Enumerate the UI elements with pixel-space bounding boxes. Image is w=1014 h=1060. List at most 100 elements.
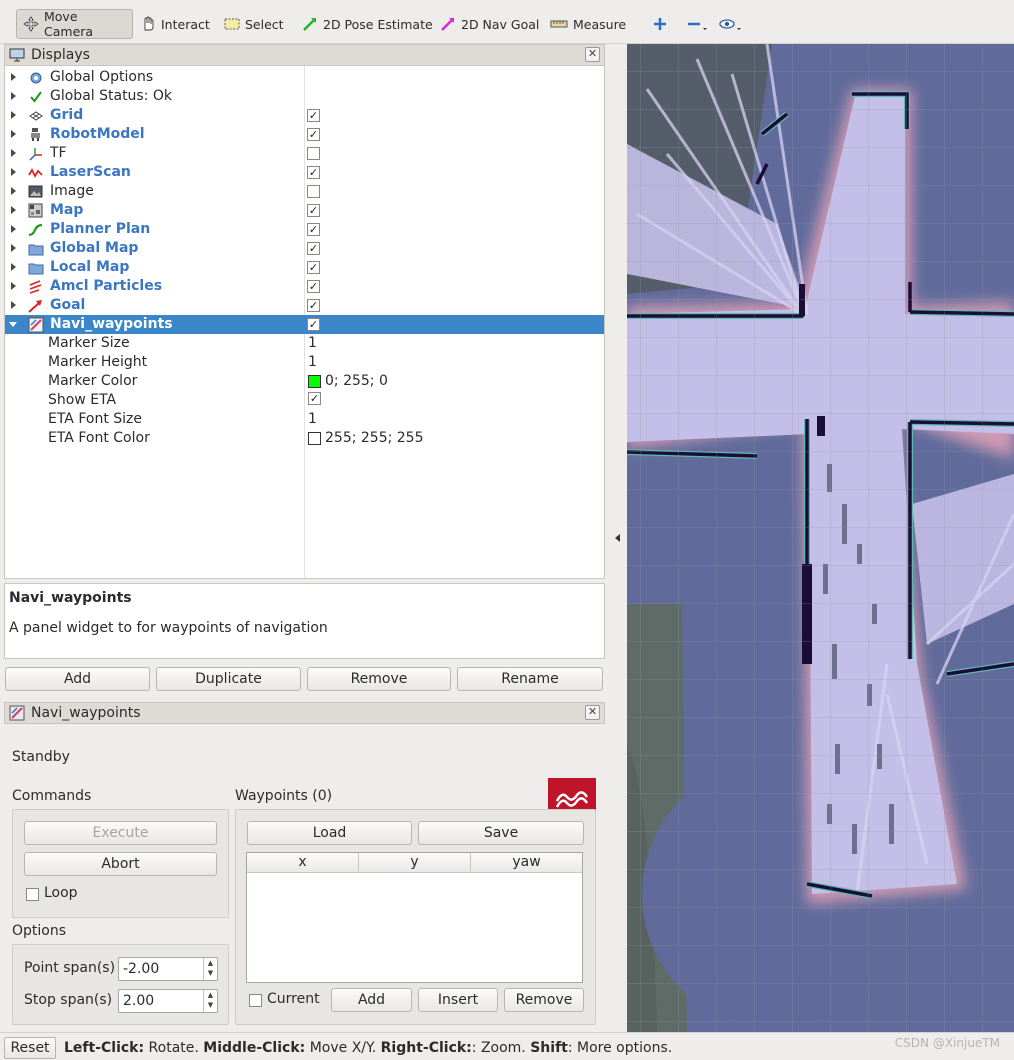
display-row[interactable]: Global Map ✓ (5, 239, 604, 258)
display-enabled-checkbox[interactable]: ✓ (307, 109, 320, 122)
property-row[interactable]: ETA Font Color 255; 255; 255 (5, 429, 604, 448)
save-button[interactable]: Save (418, 821, 584, 845)
expand-arrow-icon[interactable] (11, 92, 16, 100)
expand-arrow-icon[interactable] (11, 244, 16, 252)
display-enabled-checkbox[interactable]: ✓ (307, 223, 320, 236)
property-row[interactable]: Marker Color 0; 255; 0 (5, 372, 604, 391)
options-group: Point span(s) -2.00 ▲ ▼ Stop span(s) 2.00… (12, 944, 229, 1025)
add-tool-button[interactable] (646, 9, 674, 39)
move-camera-label: Move Camera (44, 9, 94, 39)
display-row[interactable]: Map ✓ (5, 201, 604, 220)
display-enabled-checkbox[interactable]: ✓ (307, 299, 320, 312)
remove-waypoint-button[interactable]: Remove (504, 988, 584, 1012)
rename-display-button[interactable]: Rename (457, 667, 603, 691)
stop-span-stepper[interactable]: ▲ ▼ (203, 990, 217, 1012)
property-row[interactable]: ETA Font Size 1 (5, 410, 604, 429)
laser-icon (27, 164, 44, 181)
move-camera-tool[interactable]: Move Camera (16, 9, 133, 39)
remove-tool-button[interactable] (680, 9, 714, 39)
show-eta-checkbox[interactable]: ✓ (308, 392, 321, 405)
display-row[interactable]: Amcl Particles ✓ (5, 277, 604, 296)
property-value[interactable]: ✓ (308, 392, 321, 405)
insert-waypoint-button[interactable]: Insert (418, 988, 498, 1012)
duplicate-display-button[interactable]: Duplicate (156, 667, 301, 691)
execute-button[interactable]: Execute (24, 821, 217, 845)
collapse-arrow-icon[interactable] (9, 322, 17, 327)
property-value-text: 1 (308, 354, 317, 370)
add-waypoint-button[interactable]: Add (331, 988, 412, 1012)
remove-display-button[interactable]: Remove (307, 667, 451, 691)
property-row[interactable]: Marker Height 1 (5, 353, 604, 372)
property-value[interactable]: 1 (308, 335, 317, 351)
expand-arrow-icon[interactable] (11, 73, 16, 81)
display-row[interactable]: Grid ✓ (5, 106, 604, 125)
hint-text: : More options. (567, 1040, 673, 1056)
property-value[interactable]: 255; 255; 255 (308, 430, 424, 446)
map-view[interactable] (627, 44, 1014, 1032)
interact-tool[interactable]: Interact (134, 9, 216, 39)
close-displays-button[interactable]: ✕ (585, 47, 600, 62)
expand-arrow-icon[interactable] (11, 301, 16, 309)
add-display-button[interactable]: Add (5, 667, 150, 691)
column-yaw[interactable]: yaw (471, 853, 582, 872)
hint-key: Left-Click: (64, 1040, 145, 1056)
plus-icon (654, 18, 666, 30)
display-row[interactable]: TF (5, 144, 604, 163)
display-enabled-checkbox[interactable]: ✓ (307, 204, 320, 217)
expand-arrow-icon[interactable] (11, 130, 16, 138)
measure-tool[interactable]: Measure (544, 9, 632, 39)
display-row[interactable]: RobotModel ✓ (5, 125, 604, 144)
pose-estimate-tool[interactable]: 2D Pose Estimate (296, 9, 439, 39)
stop-span-spinbox[interactable]: 2.00 ▲ ▼ (118, 989, 218, 1013)
expand-arrow-icon[interactable] (11, 111, 16, 119)
display-enabled-checkbox[interactable]: ✓ (307, 280, 320, 293)
view-options-button[interactable] (712, 9, 748, 39)
expand-arrow-icon[interactable] (11, 187, 16, 195)
pose-estimate-label: 2D Pose Estimate (323, 16, 433, 32)
display-enabled-checkbox[interactable]: ✓ (307, 166, 320, 179)
nav-goal-tool[interactable]: 2D Nav Goal (434, 9, 545, 39)
property-value[interactable]: 1 (308, 411, 317, 427)
expand-arrow-icon[interactable] (11, 149, 16, 157)
display-row[interactable]: LaserScan ✓ (5, 163, 604, 182)
waypoints-table[interactable]: x y yaw (246, 852, 583, 983)
display-enabled-checkbox[interactable]: ✓ (307, 128, 320, 141)
expand-arrow-icon[interactable] (11, 168, 16, 176)
abort-button[interactable]: Abort (24, 852, 217, 876)
display-row[interactable]: Global Options (5, 68, 604, 87)
hint-key: Middle-Click: (203, 1040, 306, 1056)
display-enabled-checkbox[interactable] (307, 185, 320, 198)
loop-checkbox[interactable] (26, 888, 39, 901)
display-enabled-checkbox[interactable]: ✓ (307, 318, 320, 331)
display-row[interactable]: Local Map ✓ (5, 258, 604, 277)
property-value[interactable]: 1 (308, 354, 317, 370)
display-row[interactable]: Image (5, 182, 604, 201)
expand-arrow-icon[interactable] (11, 282, 16, 290)
display-enabled-checkbox[interactable]: ✓ (307, 242, 320, 255)
display-row[interactable]: Global Status: Ok (5, 87, 604, 106)
nav-goal-label: 2D Nav Goal (461, 16, 540, 32)
display-name: Amcl Particles (50, 278, 163, 294)
display-row[interactable]: Goal ✓ (5, 296, 604, 315)
reset-button[interactable]: Reset (4, 1037, 56, 1059)
collapse-arrow-icon[interactable] (615, 534, 620, 542)
current-checkbox[interactable] (249, 994, 262, 1007)
expand-arrow-icon[interactable] (11, 225, 16, 233)
point-span-spinbox[interactable]: -2.00 ▲ ▼ (118, 957, 218, 981)
point-span-stepper[interactable]: ▲ ▼ (203, 958, 217, 980)
display-row[interactable]: Navi_waypoints ✓ (5, 315, 604, 334)
select-tool[interactable]: Select (218, 9, 290, 39)
display-enabled-checkbox[interactable] (307, 147, 320, 160)
column-x[interactable]: x (247, 853, 359, 872)
property-row[interactable]: Marker Size 1 (5, 334, 604, 353)
load-button[interactable]: Load (247, 821, 412, 845)
property-row[interactable]: Show ETA ✓ (5, 391, 604, 410)
display-row[interactable]: Planner Plan ✓ (5, 220, 604, 239)
column-y[interactable]: y (359, 853, 471, 872)
display-enabled-checkbox[interactable]: ✓ (307, 261, 320, 274)
panel-splitter[interactable] (607, 44, 627, 1032)
display-name: Planner Plan (50, 221, 151, 237)
expand-arrow-icon[interactable] (11, 263, 16, 271)
expand-arrow-icon[interactable] (11, 206, 16, 214)
property-value[interactable]: 0; 255; 0 (308, 373, 388, 389)
